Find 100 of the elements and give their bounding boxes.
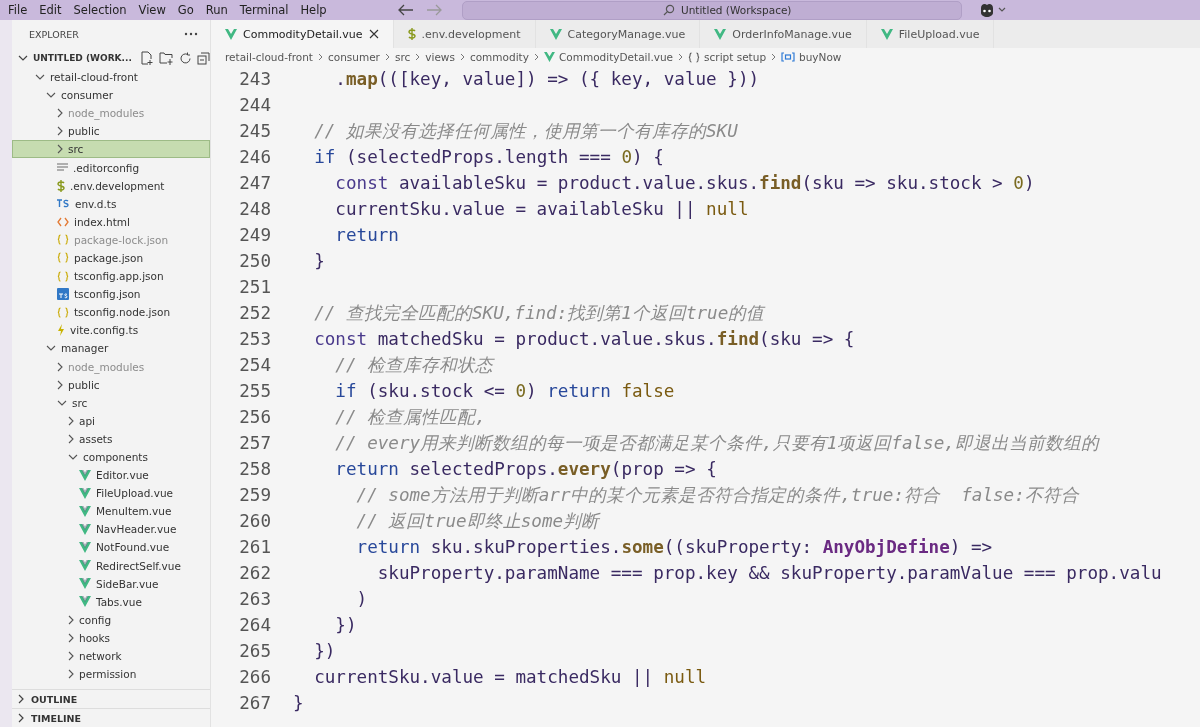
code-line: // every用来判断数组的每一项是否都满足某个条件,只要有1项返回false,即退出当前数组的	[334, 432, 1099, 455]
code-line: // 如果没有选择任何属性，使用第一个有库存的SKU	[313, 120, 738, 143]
back-arrow-icon[interactable]	[398, 4, 414, 16]
code-line: currentSku.value = availableSku || null	[334, 199, 749, 219]
robot-icon[interactable]	[978, 2, 1008, 18]
chevron-right-icon	[459, 53, 465, 61]
line-number: 258	[238, 459, 271, 479]
breadcrumb-item[interactable]: consumer	[327, 51, 380, 63]
tree-item[interactable]: manager	[12, 339, 210, 358]
menu-item[interactable]: Edit	[39, 3, 62, 17]
menu-item[interactable]: Terminal	[239, 3, 289, 17]
tree-item[interactable]: Tabs.vue	[12, 592, 210, 611]
line-number: 257	[238, 433, 271, 453]
tree-item[interactable]: Editor.vue	[12, 466, 210, 485]
line-number: 261	[238, 537, 271, 557]
menu-item[interactable]: File	[8, 3, 28, 17]
code-line: skuProperty.paramName === prop.key && skuProperty.paramValue === prop.valu	[376, 563, 1162, 583]
braces-icon	[57, 306, 69, 318]
tree-item[interactable]: tsconfig.app.json	[12, 267, 210, 286]
tree-item[interactable]: vite.config.ts	[12, 321, 210, 340]
tree-item[interactable]: env.d.ts	[12, 194, 210, 213]
code-line: })	[334, 615, 357, 635]
line-number: 244	[238, 95, 271, 115]
line-number: 264	[238, 615, 271, 635]
tree-item[interactable]: SideBar.vue	[12, 574, 210, 593]
tree-item[interactable]: package.json	[12, 248, 210, 268]
code-line: .map(([key, value]) => ({ key, value }))	[334, 69, 760, 89]
menu-item[interactable]: Run	[205, 3, 228, 17]
tree-item[interactable]: MenuItem.vue	[12, 502, 210, 521]
tree-item[interactable]: NavHeader.vue	[12, 520, 210, 539]
breadcrumb-item[interactable]: src	[394, 51, 411, 63]
tree-item[interactable]: assets	[12, 429, 210, 448]
new-folder-icon[interactable]	[158, 51, 174, 65]
line-number: 259	[238, 485, 271, 505]
menu-item[interactable]: Help	[300, 3, 327, 17]
breadcrumb-item[interactable]: CommodityDetail.vue	[543, 51, 674, 63]
chevron-down-icon[interactable]	[18, 55, 28, 61]
breadcrumb-item[interactable]: buyNow	[781, 51, 842, 63]
code-line: currentSku.value = matchedSku || null	[313, 667, 707, 687]
tree-item[interactable]: .env.development	[12, 176, 210, 195]
tree-item[interactable]: api	[12, 411, 210, 430]
chevron-right-icon	[317, 53, 323, 61]
vue-logo-icon	[880, 28, 893, 40]
menu-item[interactable]: Selection	[73, 3, 127, 17]
line-number: 247	[238, 173, 271, 193]
code-line: )	[355, 589, 368, 609]
menu-item[interactable]: Go	[177, 3, 194, 17]
menu-item[interactable]: View	[138, 3, 166, 17]
tree-item[interactable]: NotFound.vue	[12, 538, 210, 557]
line-number: 255	[238, 381, 271, 401]
tree-item[interactable]: public	[12, 375, 210, 394]
tree-item[interactable]: hooks	[12, 628, 210, 647]
collapse-all-icon[interactable]	[196, 51, 210, 65]
tree-item[interactable]: index.html	[12, 212, 210, 231]
braces-icon	[57, 252, 69, 264]
workspace-title[interactable]: UNTITLED (WORK...	[33, 51, 132, 65]
line-number: 260	[238, 511, 271, 531]
tree-item[interactable]: retail-cloud-front	[12, 68, 210, 87]
new-file-icon[interactable]	[139, 51, 154, 65]
tree-item[interactable]: components	[12, 447, 210, 467]
tree-item[interactable]: src	[12, 393, 210, 412]
code-line: // 查找完全匹配的SKU,find:找到第1个返回true的值	[313, 302, 765, 325]
chevron-down-icon	[57, 399, 67, 406]
tree-item[interactable]: consumer	[12, 86, 210, 105]
breadcrumb-item[interactable]: commodity	[469, 51, 529, 63]
line-number: 248	[238, 199, 271, 219]
chevron-right-icon	[57, 379, 63, 390]
tree-item[interactable]: permission	[12, 665, 210, 684]
code-line: // 返回true即终止some判断	[355, 510, 600, 533]
breadcrumb-item[interactable]: retail-cloud-front	[225, 51, 313, 63]
command-center[interactable]: Untitled (Workspace)	[462, 0, 962, 20]
code-line: return	[334, 225, 399, 245]
code-line: const matchedSku = product.value.skus.find(sku => {	[313, 329, 855, 349]
line-number: 254	[238, 355, 271, 375]
tree-item[interactable]: tsconfig.json	[12, 285, 210, 304]
close-icon[interactable]	[368, 29, 379, 39]
text-lines-icon	[57, 163, 68, 172]
lightning-icon	[57, 324, 65, 337]
tree-item[interactable]: RedirectSelf.vue	[12, 556, 210, 575]
chevron-right-icon	[68, 433, 74, 444]
ts-icon	[57, 199, 70, 209]
line-number: 266	[238, 667, 271, 687]
tree-item[interactable]: FileUpload.vue	[12, 484, 210, 503]
chevron-right-icon	[771, 53, 777, 61]
breadcrumb-item[interactable]: views	[425, 51, 455, 63]
tree-item[interactable]: config	[12, 610, 210, 629]
tree-item[interactable]: network	[12, 647, 210, 666]
breadcrumb-item[interactable]: script setup	[688, 51, 767, 63]
vue-logo-icon	[79, 469, 91, 481]
vue-logo-icon	[79, 487, 91, 499]
chevron-right-icon	[68, 669, 74, 680]
tree-item[interactable]: public	[12, 122, 210, 141]
chevron-right-icon	[68, 614, 74, 625]
tree-item[interactable]: .editorconfig	[12, 158, 210, 177]
editor-tab[interactable]: CommodityDetail.vue	[211, 20, 394, 48]
vue-logo-icon	[225, 28, 237, 40]
refresh-icon[interactable]	[178, 51, 192, 65]
tree-item[interactable]: src	[12, 140, 210, 159]
tree-item[interactable]: tsconfig.node.json	[12, 303, 210, 322]
more-icon[interactable]	[184, 32, 198, 36]
